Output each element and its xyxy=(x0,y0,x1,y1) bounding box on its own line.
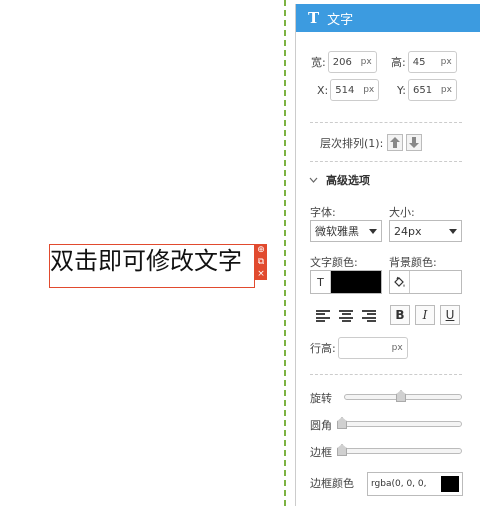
y-label: Y: xyxy=(397,83,406,97)
font-select[interactable]: 微软雅黑 xyxy=(310,220,382,242)
width-value: 206 xyxy=(332,56,352,68)
text-color-picker[interactable]: T xyxy=(310,270,382,294)
y-value: 651 xyxy=(412,84,433,96)
copy-handle-icon[interactable]: ⧉ xyxy=(255,256,267,268)
border-color-label: 边框颜色 xyxy=(310,477,354,490)
caret-down-icon xyxy=(369,228,377,234)
align-right-icon[interactable] xyxy=(362,310,376,322)
chevron-down-icon xyxy=(309,177,318,183)
bold-button[interactable]: B xyxy=(390,305,410,325)
font-size-label: 大小: xyxy=(389,206,415,219)
bg-color-label: 背景颜色: xyxy=(389,256,437,269)
radius-label: 圆角 xyxy=(310,419,332,432)
text-color-swatch xyxy=(331,271,381,293)
line-height-input[interactable]: px xyxy=(337,337,408,359)
guide-line xyxy=(284,0,286,506)
text-icon: T xyxy=(308,9,320,27)
line-height-label: 行高: xyxy=(310,342,336,355)
height-label: 高: xyxy=(391,56,406,69)
divider xyxy=(310,122,462,123)
divider xyxy=(310,374,462,375)
advanced-options-toggle[interactable]: 高级选项 xyxy=(309,172,370,188)
border-color-picker[interactable]: rgba(0, 0, 0, xyxy=(367,472,463,496)
height-unit: px xyxy=(440,57,452,67)
bg-color-picker[interactable] xyxy=(389,270,462,294)
y-unit: px xyxy=(440,85,452,95)
border-color-value: rgba(0, 0, 0, xyxy=(371,479,427,489)
paint-bucket-icon xyxy=(390,271,410,293)
font-size-value: 24px xyxy=(394,224,422,238)
text-element[interactable]: 双击即可修改文字 xyxy=(49,244,255,288)
rotate-slider[interactable] xyxy=(344,390,462,402)
panel-title: 文字 xyxy=(327,12,354,28)
divider xyxy=(310,161,462,162)
x-label: X: xyxy=(317,83,329,97)
underline-button[interactable]: U xyxy=(440,305,460,325)
line-height-unit: px xyxy=(391,343,403,353)
radius-slider[interactable] xyxy=(337,417,462,429)
layer-order-label: 层次排列(1): xyxy=(320,136,384,150)
italic-button[interactable]: I xyxy=(415,305,435,325)
text-color-label: 文字颜色: xyxy=(310,256,358,269)
width-unit: px xyxy=(360,57,372,67)
arrow-down-icon xyxy=(409,137,420,148)
text-color-icon: T xyxy=(311,271,331,293)
text-element-content[interactable]: 双击即可修改文字 xyxy=(50,246,242,276)
border-slider[interactable] xyxy=(337,444,462,456)
border-label: 边框 xyxy=(310,446,332,459)
x-unit: px xyxy=(363,85,375,95)
x-input[interactable]: 514 px xyxy=(330,79,380,101)
layer-down-button[interactable] xyxy=(406,134,423,151)
height-input[interactable]: 45 px xyxy=(407,51,457,73)
layer-up-button[interactable] xyxy=(387,134,404,151)
bg-color-swatch xyxy=(410,271,461,293)
font-size-select[interactable]: 24px xyxy=(389,220,462,242)
align-center-icon[interactable] xyxy=(339,310,353,322)
y-input[interactable]: 651 px xyxy=(407,79,457,101)
close-handle-icon[interactable]: × xyxy=(255,268,267,280)
height-value: 45 xyxy=(412,56,426,68)
align-left-icon[interactable] xyxy=(316,310,330,322)
x-value: 514 xyxy=(335,84,355,96)
font-select-value: 微软雅黑 xyxy=(315,225,359,238)
width-input[interactable]: 206 px xyxy=(327,51,377,73)
arrow-up-icon xyxy=(390,137,401,148)
panel-header: T 文字 xyxy=(296,4,480,32)
move-handle-icon[interactable]: ⊕ xyxy=(255,244,267,256)
caret-down-icon xyxy=(449,228,457,234)
font-label: 字体: xyxy=(310,206,336,219)
width-label: 宽: xyxy=(311,56,326,69)
rotate-label: 旋转 xyxy=(310,392,332,405)
border-color-swatch xyxy=(441,476,459,492)
advanced-options-label: 高级选项 xyxy=(326,174,370,187)
